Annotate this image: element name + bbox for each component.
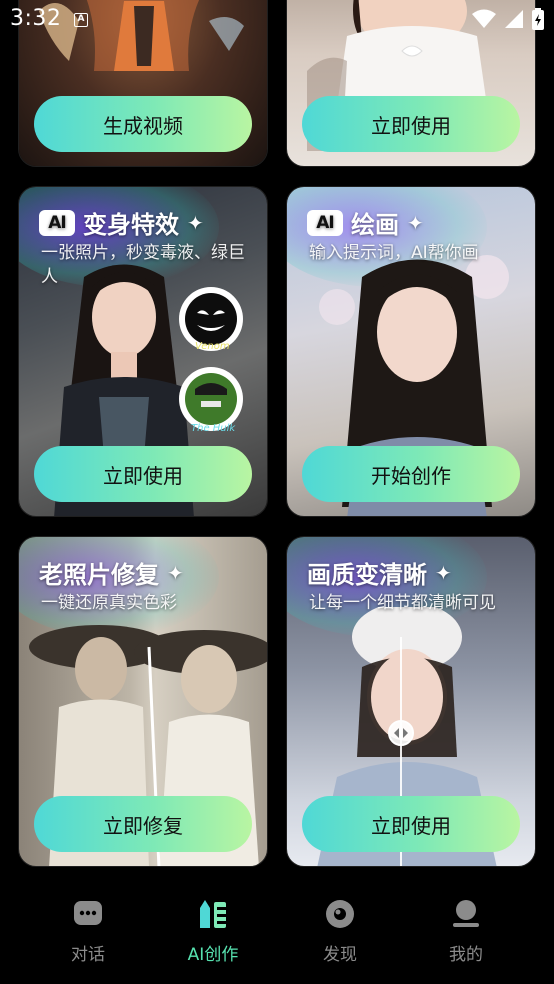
enhance-subtitle: 让每一个细节都清晰可见 (309, 593, 496, 613)
enhance-title-row: 画质变清晰 ✦ (307, 555, 452, 590)
venom-icon (185, 293, 237, 345)
ai-badge-icon: AI (39, 209, 75, 236)
transform-title: 变身特效 (83, 211, 179, 239)
hulk-sticker (179, 367, 243, 431)
venom-label: Venom (195, 341, 230, 352)
transform-use-button[interactable]: 立即使用 (34, 446, 252, 502)
enhance-use-button[interactable]: 立即使用 (302, 796, 520, 852)
transform-title-row: AI 变身特效 ✦ (39, 205, 204, 240)
tab-discover-label: 发现 (323, 945, 357, 965)
sparkle-icon: ✦ (167, 560, 184, 585)
wifi-icon (472, 9, 496, 28)
start-creating-button[interactable]: 开始创作 (302, 446, 520, 502)
restore-title: 老照片修复 (39, 561, 159, 589)
bottom-tab-bar: 对话 AI创作 发现 我的 (0, 880, 554, 984)
sparkle-icon: ✦ (407, 210, 424, 235)
tab-discover[interactable]: 发现 (290, 898, 390, 965)
hulk-icon (185, 373, 237, 425)
sparkle-icon: ✦ (435, 560, 452, 585)
painting-subtitle: 输入提示词，AI帮你画 (309, 243, 479, 263)
painting-card[interactable]: AI 绘画 ✦ 输入提示词，AI帮你画 开始创作 (286, 186, 536, 517)
battery-icon (532, 8, 544, 30)
drag-arrows-icon (394, 728, 408, 738)
chat-icon (74, 901, 102, 925)
tab-chat-label: 对话 (71, 945, 105, 965)
tab-ai-create-label: AI创作 (187, 945, 239, 965)
ai-create-icon (200, 900, 226, 928)
baby-use-button[interactable]: 立即使用 (302, 96, 520, 152)
enhance-card[interactable]: 画质变清晰 ✦ 让每一个细节都清晰可见 立即使用 (286, 536, 536, 867)
discover-icon (326, 900, 354, 928)
status-bar: 3:32 A (0, 0, 554, 40)
status-icons (472, 8, 544, 30)
restore-subtitle: 一键还原真实色彩 (41, 593, 177, 613)
compare-handle[interactable] (388, 720, 414, 746)
restore-title-row: 老照片修复 ✦ (39, 555, 184, 590)
generate-video-button[interactable]: 生成视频 (34, 96, 252, 152)
ai-badge-icon: AI (307, 209, 343, 236)
tab-ai-create[interactable]: AI创作 (163, 898, 263, 965)
tab-profile[interactable]: 我的 (416, 898, 516, 965)
profile-icon (453, 900, 479, 927)
tab-chat[interactable]: 对话 (38, 898, 138, 965)
notification-icon: A (74, 13, 88, 27)
painting-title-row: AI 绘画 ✦ (307, 205, 424, 240)
painting-title: 绘画 (351, 211, 399, 239)
hulk-label: The Hulk (191, 423, 236, 434)
transform-subtitle: 一张照片，秒变毒液、绿巨人 (41, 243, 245, 287)
tab-profile-label: 我的 (449, 945, 483, 965)
enhance-title: 画质变清晰 (307, 561, 427, 589)
sparkle-icon: ✦ (187, 210, 204, 235)
restore-card[interactable]: 老照片修复 ✦ 一键还原真实色彩 立即修复 (18, 536, 268, 867)
transform-card[interactable]: Venom The Hulk AI 变身特效 ✦ 一张照片，秒变毒液、绿巨人 立… (18, 186, 268, 517)
status-time: 3:32 (10, 6, 62, 31)
signal-icon (505, 10, 523, 28)
restore-now-button[interactable]: 立即修复 (34, 796, 252, 852)
